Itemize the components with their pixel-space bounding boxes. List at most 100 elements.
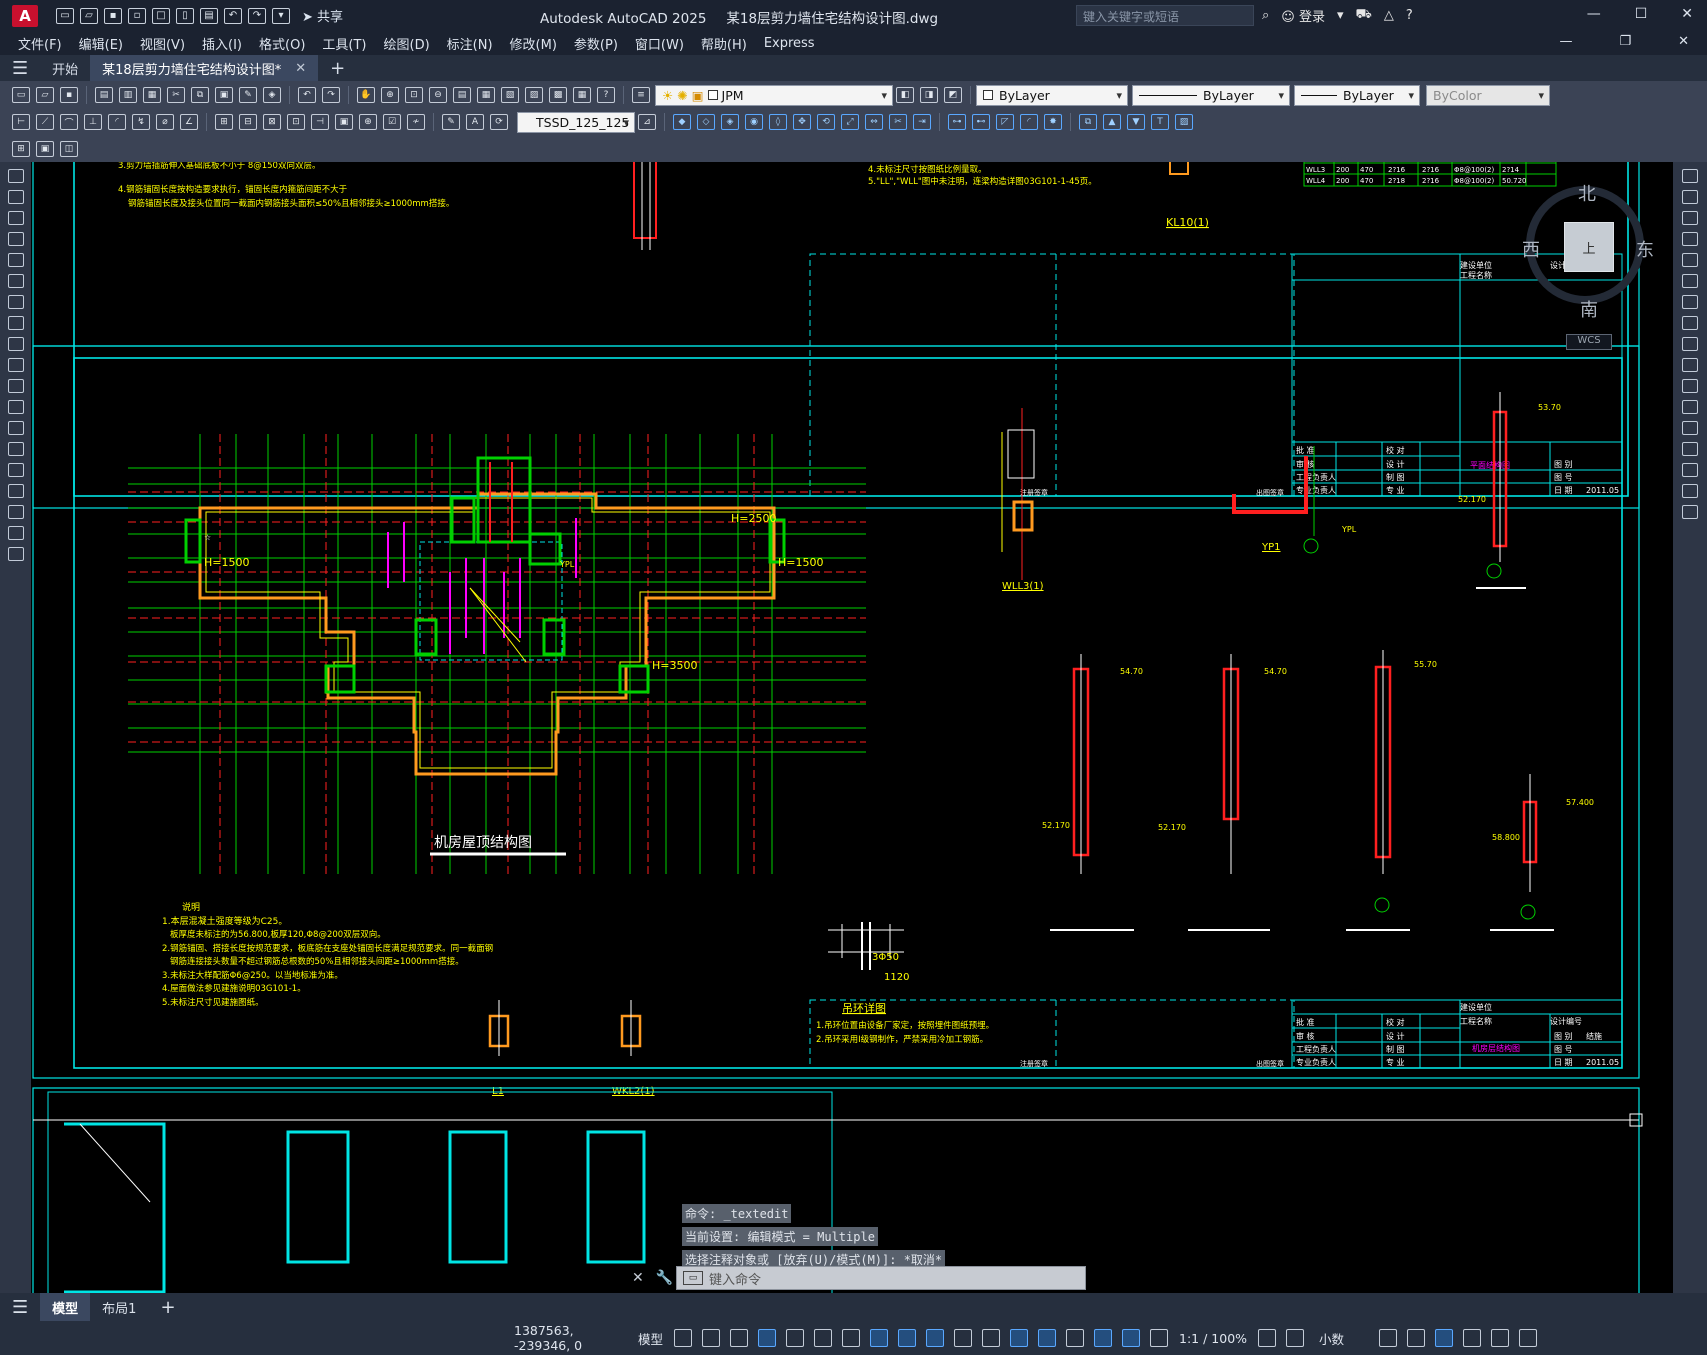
menu-dimension[interactable]: 标注(N) bbox=[447, 34, 493, 53]
annotation-visibility-icon[interactable] bbox=[1122, 1329, 1141, 1347]
ellipse-icon[interactable] bbox=[7, 358, 24, 372]
polygon-icon[interactable] bbox=[7, 232, 24, 246]
copy-tool-icon[interactable] bbox=[1682, 190, 1698, 204]
image-attach-icon[interactable]: ▣ bbox=[36, 140, 54, 157]
copy-object-icon[interactable]: ◇ bbox=[697, 114, 715, 130]
chamfer-icon[interactable]: ◸ bbox=[996, 114, 1014, 130]
close-icon[interactable]: ✕ bbox=[1681, 6, 1693, 22]
menu-window[interactable]: 窗口(W) bbox=[635, 34, 684, 53]
line-tool-icon[interactable] bbox=[7, 169, 24, 183]
lock-ui-icon[interactable] bbox=[1407, 1329, 1426, 1347]
continue-dim-icon[interactable]: ⊠ bbox=[263, 114, 281, 130]
hatch-icon[interactable] bbox=[7, 463, 24, 477]
join-icon[interactable]: ⊷ bbox=[972, 114, 990, 130]
extend-tool-icon[interactable] bbox=[1682, 379, 1698, 393]
offset-tool-icon[interactable] bbox=[1682, 232, 1698, 246]
baseline-dim-icon[interactable]: ⊟ bbox=[239, 114, 257, 130]
add-layout-icon[interactable]: + bbox=[148, 1293, 187, 1321]
redo-icon[interactable]: ↷ bbox=[248, 7, 266, 24]
doc-close-icon[interactable]: ✕ bbox=[1678, 34, 1689, 49]
zoom-window-icon[interactable]: ⊡ bbox=[405, 87, 423, 103]
join-tool-icon[interactable] bbox=[1682, 421, 1698, 435]
mtext-icon[interactable] bbox=[7, 547, 24, 561]
jogged-dim-icon[interactable]: ↯ bbox=[132, 114, 150, 130]
cart-icon[interactable]: ⛟ bbox=[1356, 7, 1372, 24]
help-icon[interactable]: ? bbox=[1406, 8, 1413, 23]
rotate-icon[interactable]: ⟲ bbox=[817, 114, 835, 130]
plotstyle-dropdown[interactable]: ByColor bbox=[1426, 84, 1550, 106]
match-properties-icon[interactable]: ✎ bbox=[239, 87, 257, 103]
revcloud-icon[interactable] bbox=[7, 316, 24, 330]
undo-tool-icon[interactable]: ↶ bbox=[298, 87, 316, 103]
3d-osnap-icon[interactable] bbox=[1010, 1329, 1029, 1347]
help-search-input[interactable]: 键入关键字或短语 bbox=[1076, 5, 1254, 26]
chevron-down-icon[interactable]: ▾ bbox=[1337, 8, 1344, 23]
bring-front-icon[interactable]: ▲ bbox=[1103, 114, 1121, 130]
command-input[interactable]: ▭ 键入命令 bbox=[676, 1266, 1086, 1290]
external-ref-icon[interactable]: ⊞ bbox=[12, 140, 30, 157]
wcs-menu[interactable]: WCS bbox=[1566, 334, 1612, 350]
rectangle-icon[interactable] bbox=[7, 253, 24, 267]
autocad-logo-icon[interactable]: A bbox=[12, 4, 38, 27]
move-tool-icon[interactable] bbox=[1682, 274, 1698, 288]
doc-minimize-icon[interactable]: — bbox=[1559, 34, 1572, 49]
hamburger-menu-icon[interactable]: ☰ bbox=[0, 55, 40, 81]
ortho-icon[interactable] bbox=[786, 1329, 805, 1347]
zoom-previous-icon[interactable]: ⊖ bbox=[429, 87, 447, 103]
linear-dim-icon[interactable]: ⊢ bbox=[12, 114, 30, 130]
stretch-icon[interactable]: ⇔ bbox=[865, 114, 883, 130]
compass-east[interactable]: 东 bbox=[1636, 236, 1654, 262]
extend-icon[interactable]: ⇥ bbox=[913, 114, 931, 130]
selection-filter-icon[interactable] bbox=[1066, 1329, 1085, 1347]
plot-icon[interactable]: ▤ bbox=[200, 7, 218, 24]
layer-properties-icon[interactable]: ≡ bbox=[632, 87, 650, 103]
save-icon[interactable]: ▪ bbox=[104, 7, 122, 24]
compass-west[interactable]: 西 bbox=[1522, 236, 1540, 262]
blend-tool-icon[interactable] bbox=[1682, 484, 1698, 498]
break-icon[interactable]: ⊶ bbox=[948, 114, 966, 130]
construction-line-icon[interactable] bbox=[7, 190, 24, 204]
autodesk-a360-icon[interactable]: △ bbox=[1384, 8, 1394, 23]
erase-tool-icon[interactable] bbox=[1682, 169, 1698, 183]
new-tab-plus-icon[interactable]: + bbox=[318, 55, 357, 81]
ellipse-arc-icon[interactable] bbox=[7, 379, 24, 393]
erase-icon[interactable]: ◆ bbox=[673, 114, 691, 130]
dim-space-icon[interactable]: ⊡ bbox=[287, 114, 305, 130]
help-tool-icon[interactable]: ? bbox=[597, 87, 615, 103]
ordinate-dim-icon[interactable]: ⊥ bbox=[84, 114, 102, 130]
arc-icon[interactable] bbox=[7, 274, 24, 288]
infer-constraints-icon[interactable] bbox=[730, 1329, 749, 1347]
text-front-icon[interactable]: T bbox=[1151, 114, 1169, 130]
spline-icon[interactable] bbox=[7, 337, 24, 351]
quick-properties-icon[interactable] bbox=[1379, 1329, 1398, 1347]
table-icon[interactable] bbox=[7, 526, 24, 540]
tab-current-drawing[interactable]: 某18层剪力墙住宅结构设计图* ✕ bbox=[90, 55, 319, 81]
tab-layout1[interactable]: 布局1 bbox=[90, 1293, 148, 1321]
point-icon[interactable] bbox=[7, 442, 24, 456]
command-prompt-icon[interactable]: ▭ bbox=[683, 1271, 703, 1285]
angular-dim-icon[interactable]: ∠ bbox=[180, 114, 198, 130]
stretch-tool-icon[interactable] bbox=[1682, 337, 1698, 351]
explode-icon[interactable]: ✸ bbox=[1044, 114, 1062, 130]
radius-dim-icon[interactable]: ◜ bbox=[108, 114, 126, 130]
new-icon[interactable]: ▭ bbox=[56, 7, 74, 24]
drawing-canvas[interactable]: 建设单位 工程名称 设计编号 批 准 审 核 工程负责人 专业负责人 校 对 设… bbox=[0, 162, 1707, 1293]
design-center-icon[interactable]: ▦ bbox=[477, 87, 495, 103]
layer-previous-icon[interactable]: ◨ bbox=[920, 87, 938, 103]
isolate-objects-icon[interactable] bbox=[1435, 1329, 1454, 1347]
save-file-icon[interactable]: ▪ bbox=[60, 87, 78, 103]
dim-edit-icon[interactable]: ✎ bbox=[442, 114, 460, 130]
open-file-icon[interactable]: ▱ bbox=[36, 87, 54, 103]
polar-icon[interactable] bbox=[814, 1329, 833, 1347]
model-space-toggle[interactable]: 模型 bbox=[638, 1329, 663, 1348]
rotate-tool-icon[interactable] bbox=[1682, 295, 1698, 309]
menu-view[interactable]: 视图(V) bbox=[140, 34, 185, 53]
undo-icon[interactable]: ↶ bbox=[224, 7, 242, 24]
command-customize-icon[interactable]: 🔧 bbox=[656, 1270, 673, 1286]
fillet-icon[interactable]: ◜ bbox=[1020, 114, 1038, 130]
circle-icon[interactable] bbox=[7, 295, 24, 309]
maximize-icon[interactable]: ☐ bbox=[1635, 6, 1648, 22]
polyline-icon[interactable] bbox=[7, 211, 24, 225]
fillet-tool-icon[interactable] bbox=[1682, 463, 1698, 477]
linetype-dropdown[interactable]: ByLayer bbox=[1132, 84, 1290, 106]
